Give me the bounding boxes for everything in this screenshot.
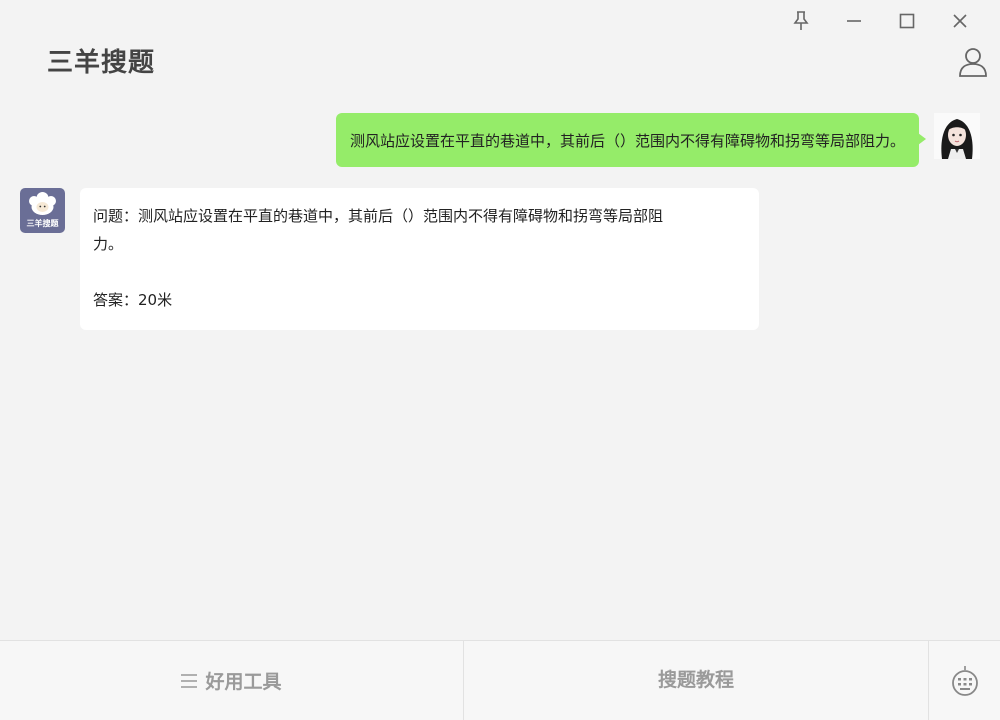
keyboard-bot-icon bbox=[951, 665, 978, 696]
pin-icon bbox=[792, 11, 809, 30]
question-text-line1: 问题：测风站应设置在平直的巷道中，其前后（）范围内不得有障碍物和拐弯等局部阻 bbox=[93, 207, 664, 225]
tools-tab[interactable]: 好用工具 bbox=[0, 641, 464, 720]
user-message-row: 测风站应设置在平直的巷道中，其前后（）范围内不得有障碍物和拐弯等局部阻力。 bbox=[335, 113, 980, 167]
bot-avatar-label: 三羊搜题 bbox=[26, 219, 59, 228]
bot-avatar: 三羊搜题 bbox=[20, 188, 65, 233]
question-text-line2: 力。 bbox=[93, 235, 124, 253]
bot-message-bubble: 问题：测风站应设置在平直的巷道中，其前后（）范围内不得有障碍物和拐弯等局部阻 力… bbox=[80, 188, 759, 330]
close-icon bbox=[952, 14, 967, 28]
menu-icon bbox=[181, 673, 198, 688]
minimize-icon bbox=[846, 20, 861, 22]
user-icon bbox=[959, 48, 987, 77]
pin-button[interactable] bbox=[774, 8, 827, 34]
assistant-button[interactable] bbox=[929, 641, 1000, 720]
window-controls bbox=[774, 8, 986, 34]
maximize-icon bbox=[899, 13, 914, 29]
tools-tab-label: 好用工具 bbox=[205, 671, 282, 693]
maximize-button[interactable] bbox=[880, 8, 933, 34]
app-title: 三羊搜题 bbox=[47, 48, 156, 78]
user-message-bubble: 测风站应设置在平直的巷道中，其前后（）范围内不得有障碍物和拐弯等局部阻力。 bbox=[335, 113, 927, 167]
answer-text: 答案：20米 bbox=[93, 291, 173, 309]
bot-message-row: 三羊搜题 问题：测风站应设置在平直的巷道中，其前后（）范围内不得有障碍物和拐弯等… bbox=[20, 188, 759, 330]
tutorial-tab[interactable]: 搜题教程 bbox=[464, 641, 929, 720]
user-profile-button[interactable] bbox=[958, 46, 988, 78]
close-button[interactable] bbox=[933, 8, 986, 34]
tutorial-tab-label: 搜题教程 bbox=[657, 669, 734, 691]
user-avatar bbox=[934, 113, 980, 159]
girl-avatar-icon bbox=[934, 113, 980, 159]
minimize-button[interactable] bbox=[827, 8, 880, 34]
bottom-toolbar: 好用工具 搜题教程 bbox=[0, 640, 1000, 720]
